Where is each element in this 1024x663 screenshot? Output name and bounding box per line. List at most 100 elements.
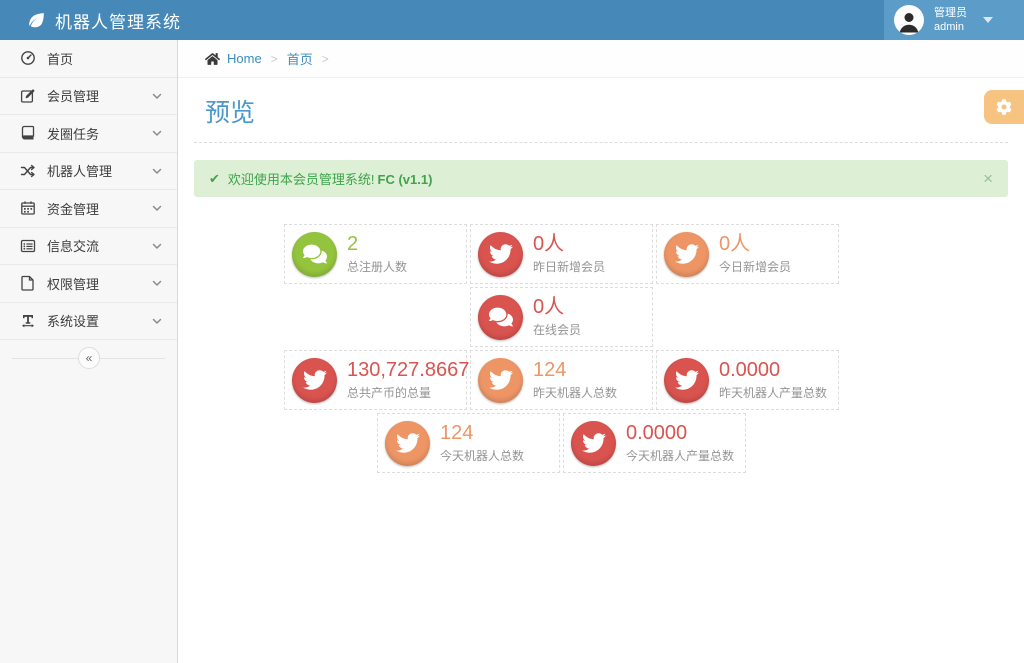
check-icon: ✔ (209, 171, 220, 187)
chevron-down-icon (151, 127, 163, 139)
sidebar-item-7[interactable]: 权限管理 (0, 265, 177, 303)
avatar (894, 5, 924, 35)
dashboard-icon (20, 50, 36, 66)
stat-card: 0人昨日新增会员 (470, 224, 653, 284)
twitter-icon (478, 232, 523, 277)
stat-row: 124 今天机器人总数 0.0000 今天机器人产量总数 (377, 413, 1024, 476)
page-title: 预览 (194, 78, 1008, 143)
alert-message: 欢迎使用本会员管理系统!FC (v1.1) (228, 169, 433, 188)
book-icon (20, 125, 36, 141)
sidebar-item-1[interactable]: 首页 (0, 40, 177, 78)
stat-value: 2 (347, 233, 407, 255)
text-width-icon (20, 313, 36, 329)
user-menu[interactable]: 管理员 admin (884, 0, 1024, 40)
stat-label: 总共产币的总量 (347, 384, 466, 401)
sidebar-item-label: 发圈任务 (47, 124, 99, 143)
user-name: admin (934, 20, 967, 34)
stat-value: 124 (440, 422, 524, 444)
chevron-down-icon (151, 165, 163, 177)
stat-value: 0人 (719, 233, 791, 255)
breadcrumb-home-link[interactable]: Home (205, 51, 262, 66)
stat-card: 124 昨天机器人总数 (470, 350, 653, 410)
sidebar-item-label: 会员管理 (47, 86, 99, 105)
sidebar-item-label: 信息交流 (47, 236, 99, 255)
sidebar-item-6[interactable]: 信息交流 (0, 228, 177, 266)
stat-label: 昨日新增会员 (533, 258, 605, 275)
sidebar-item-label: 机器人管理 (47, 161, 112, 180)
breadcrumb-separator: > (322, 52, 329, 66)
breadcrumb-section-link[interactable]: 首页 (287, 49, 313, 68)
sidebar-item-3[interactable]: 发圈任务 (0, 115, 177, 153)
sidebar-item-5[interactable]: 资金管理 (0, 190, 177, 228)
twitter-icon (664, 232, 709, 277)
comments-icon (478, 295, 523, 340)
stat-label: 今日新增会员 (719, 258, 791, 275)
stat-value: 130,727.8667 (347, 359, 466, 381)
comments-icon (292, 232, 337, 277)
file-icon (20, 275, 36, 291)
sidebar-item-4[interactable]: 机器人管理 (0, 153, 177, 191)
leaf-icon (28, 12, 45, 29)
app-header: 机器人管理系统 管理员 admin (0, 0, 1024, 40)
home-icon (205, 52, 220, 66)
stat-card: 0.0000 今天机器人产量总数 (563, 413, 746, 473)
calendar-icon (20, 200, 36, 216)
sidebar-menu: 首页会员管理发圈任务机器人管理资金管理信息交流权限管理系统设置 (0, 40, 177, 340)
app-title: 机器人管理系统 (55, 8, 181, 33)
stat-card: 2 总注册人数 (284, 224, 467, 284)
alert-version: FC (v1.1) (378, 172, 433, 187)
sidebar: 首页会员管理发圈任务机器人管理资金管理信息交流权限管理系统设置 « (0, 40, 178, 663)
stat-row: 130,727.8667 总共产币的总量 124 昨天机器人总数 0.0000 昨天机器人… (284, 350, 1024, 413)
stat-card: 130,727.8667 总共产币的总量 (284, 350, 467, 410)
user-role: 管理员 (934, 6, 967, 20)
sidebar-collapse-row: « (0, 340, 177, 378)
stat-value: 0.0000 (626, 422, 734, 444)
stat-label: 总注册人数 (347, 258, 407, 275)
sidebar-collapse-button[interactable]: « (78, 347, 100, 369)
sidebar-item-label: 系统设置 (47, 311, 99, 330)
stat-value: 124 (533, 359, 617, 381)
person-icon (897, 10, 921, 34)
stat-value: 0.0000 (719, 359, 827, 381)
user-info: 管理员 admin (934, 6, 967, 35)
edit-icon (20, 88, 36, 104)
stat-card: 124 今天机器人总数 (377, 413, 560, 473)
stat-card: 0人今日新增会员 (656, 224, 839, 284)
stat-value: 0人 (533, 296, 581, 318)
stat-label: 今天机器人产量总数 (626, 447, 734, 464)
sidebar-item-label: 首页 (47, 49, 73, 68)
twitter-icon (664, 358, 709, 403)
breadcrumb-separator: > (271, 52, 278, 66)
sidebar-item-label: 权限管理 (47, 274, 99, 293)
breadcrumb: Home > 首页 > (178, 40, 1024, 78)
chevron-down-icon (151, 277, 163, 289)
stat-row: 0人在线会员 (470, 287, 1024, 350)
stat-label: 昨天机器人总数 (533, 384, 617, 401)
twitter-icon (478, 358, 523, 403)
chevron-down-icon (151, 202, 163, 214)
twitter-icon (385, 421, 430, 466)
twitter-icon (292, 358, 337, 403)
breadcrumb-home-label: Home (227, 51, 262, 66)
settings-toggle-button[interactable] (984, 90, 1024, 124)
list-icon (20, 238, 36, 254)
app-logo: 机器人管理系统 (0, 0, 181, 40)
stat-label: 今天机器人总数 (440, 447, 524, 464)
twitter-icon (571, 421, 616, 466)
stat-card: 0人在线会员 (470, 287, 653, 347)
sidebar-item-2[interactable]: 会员管理 (0, 78, 177, 116)
shuffle-icon (20, 163, 36, 179)
stat-card: 0.0000 昨天机器人产量总数 (656, 350, 839, 410)
sidebar-item-label: 资金管理 (47, 199, 99, 218)
stat-label: 昨天机器人产量总数 (719, 384, 827, 401)
stat-row: 2总注册人数0人昨日新增会员0人今日新增会员 (284, 224, 1024, 287)
sidebar-item-8[interactable]: 系统设置 (0, 303, 177, 341)
stat-value: 0人 (533, 233, 605, 255)
alert-close-button[interactable]: × (983, 170, 993, 187)
gear-icon (996, 99, 1012, 115)
caret-down-icon (983, 17, 993, 23)
chevron-down-icon (151, 90, 163, 102)
stat-label: 在线会员 (533, 321, 581, 338)
chevron-down-icon (151, 240, 163, 252)
main-content: Home > 首页 > 预览 ✔ 欢迎使用本会员管理系统!FC (v1.1) ×… (178, 40, 1024, 663)
